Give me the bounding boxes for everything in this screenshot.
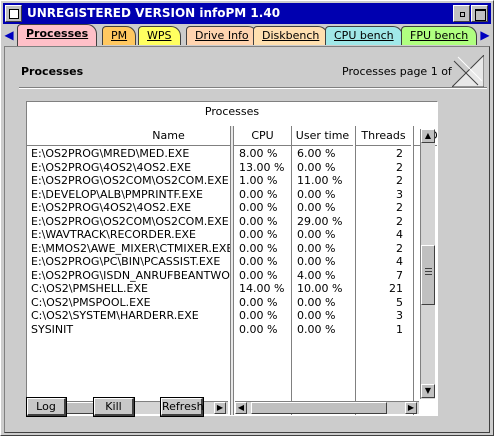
process-name-cell[interactable]: E:\OS2PROG\MRED\MED.EXE [27,147,230,161]
page-title: Processes [21,65,84,78]
process-name-cell[interactable]: E:\DEVELOP\ALB\PMPRINTF.EXE [27,188,230,202]
notebook-tabs: ◀ Processes PM WPS Drive Info Diskbench … [1,24,494,46]
window-title: UNREGISTERED VERSION infoPM 1.40 [27,6,281,20]
user-time-cell[interactable]: 10.00 % [292,282,353,296]
threads-cell[interactable]: 2 [356,215,411,229]
user-time-cell[interactable]: 4.00 % [292,269,353,283]
threads-cell[interactable]: 2 [356,201,411,215]
cpu-cell[interactable]: 0.00 % [234,201,291,215]
user-time-cell[interactable]: 0.00 % [292,201,353,215]
tab-wps[interactable]: WPS [138,26,181,45]
cpu-cell[interactable]: 0.00 % [234,269,291,283]
user-time-cell[interactable]: 0.00 % [292,309,353,323]
process-name-cell[interactable]: SYSINIT [27,323,230,337]
user-time-cell[interactable]: 0.00 % [292,161,353,175]
tab-diskbench[interactable]: Diskbench [253,26,329,45]
vertical-scrollbar[interactable]: ▲ ▼ [420,129,435,399]
cpu-cell[interactable]: 0.00 % [234,255,291,269]
cpu-cell[interactable]: 8.00 % [234,147,291,161]
process-name-cell[interactable]: E:\OS2PROG\OS2COM\OS2COM.EXE [27,174,230,188]
title-bar[interactable]: UNREGISTERED VERSION infoPM 1.40 [3,3,491,24]
process-name-cell[interactable]: C:\OS2\PMSHELL.EXE [27,282,230,296]
column-header-threads[interactable]: Threads [356,126,411,146]
user-time-column: User time 6.00 % 0.00 % 11.00 % 0.00 % 0.00 … [291,126,353,415]
refresh-button[interactable]: Refresh [160,397,204,417]
threads-cell[interactable]: 4 [356,255,411,269]
scroll-right-icon[interactable]: ▶ [405,402,417,414]
tab-cpu-bench[interactable]: CPU bench [325,26,403,45]
column-header-cpu[interactable]: CPU [234,126,291,146]
threads-cell[interactable]: 2 [356,174,411,188]
column-header-name[interactable]: Name [27,126,230,146]
minimize-button[interactable] [453,5,470,22]
threads-cell[interactable]: 2 [356,161,411,175]
cpu-cell[interactable]: 0.00 % [234,188,291,202]
list-caption: Processes [204,105,260,118]
threads-cell[interactable]: 2 [356,242,411,256]
threads-cell[interactable]: 7 [356,269,411,283]
scroll-up-icon[interactable]: ▲ [421,129,435,143]
scroll-right-icon[interactable]: ▶ [214,402,226,414]
user-time-cell[interactable]: 0.00 % [292,228,353,242]
user-time-cell[interactable]: 0.00 % [292,296,353,310]
user-time-cell[interactable]: 6.00 % [292,147,353,161]
threads-cell[interactable]: 5 [356,296,411,310]
process-name-cell[interactable]: C:\OS2\SYSTEM\HARDERR.EXE [27,309,230,323]
cpu-cell[interactable]: 0.00 % [234,309,291,323]
column-header-user-time[interactable]: User time [292,126,353,146]
vertical-scroll-thumb[interactable] [421,245,435,305]
tab-scroll-right-icon[interactable]: ▶ [479,27,491,43]
process-name-cell[interactable]: E:\OS2PROG\ISDN_ANRUFBEANTWORTER [27,269,230,283]
user-time-cell[interactable]: 0.00 % [292,242,353,256]
tab-drive-info[interactable]: Drive Info [186,26,258,45]
scroll-left-icon[interactable]: ◀ [235,402,247,414]
threads-cell[interactable]: 21 [356,282,411,296]
cpu-cell[interactable]: 0.00 % [234,296,291,310]
tab-processes[interactable]: Processes [17,24,98,46]
cpu-cell[interactable]: 14.00 % [234,282,291,296]
system-menu-icon[interactable] [5,5,22,22]
user-time-cell[interactable]: 0.00 % [292,188,353,202]
name-column: Name E:\OS2PROG\MRED\MED.EXE E:\OS2PROG\4… [27,126,230,415]
kill-button[interactable]: Kill [93,397,135,417]
threads-cell[interactable]: 3 [356,188,411,202]
maximize-button[interactable] [471,5,488,22]
user-time-cell[interactable]: 29.00 % [292,215,353,229]
user-time-cell[interactable]: 11.00 % [292,174,353,188]
divider [19,87,487,89]
process-name-cell[interactable]: E:\OS2PROG\4OS2\4OS2.EXE [27,201,230,215]
user-time-cell[interactable]: 0.00 % [292,255,353,269]
log-button[interactable]: Log [26,397,67,417]
process-name-cell[interactable]: E:\MMOS2\AWE_MIXER\CTMIXER.EXE [27,242,230,256]
cpu-cell[interactable]: 13.00 % [234,161,291,175]
data-horizontal-scrollbar[interactable]: ◀ ▶ [235,401,419,414]
process-name-cell[interactable]: C:\OS2\PMSPOOL.EXE [27,296,230,310]
tab-fpu-bench[interactable]: FPU bench [401,26,477,45]
cpu-column: CPU 8.00 % 13.00 % 1.00 % 0.00 % 0.00 % 0.00 … [234,126,291,415]
threads-cell[interactable]: 3 [356,309,411,323]
cpu-cell[interactable]: 0.00 % [234,323,291,337]
cpu-cell[interactable]: 1.00 % [234,174,291,188]
processes-page: Processes Processes page 1 of 2 Processe… [4,46,490,433]
process-list[interactable]: Processes Name E:\OS2PROG\MRED\MED.EXE E:… [26,101,438,416]
main-window: UNREGISTERED VERSION infoPM 1.40 ◀ Proce… [0,0,494,436]
threads-cell[interactable]: 1 [356,323,411,337]
process-name-cell[interactable]: E:\OS2PROG\4OS2\4OS2.EXE [27,161,230,175]
tab-pm[interactable]: PM [102,26,137,45]
tab-scroll-left-icon[interactable]: ◀ [3,27,15,43]
page-turn-icon[interactable] [452,55,484,87]
cpu-cell[interactable]: 0.00 % [234,242,291,256]
process-name-cell[interactable]: E:\OS2PROG\PC\BIN\PCASSIST.EXE [27,255,230,269]
data-scroll-thumb[interactable] [251,402,387,414]
cpu-cell[interactable]: 0.00 % [234,215,291,229]
process-name-cell[interactable]: E:\OS2PROG\OS2COM\OS2COM.EXE [27,215,230,229]
page-indicator: Processes page 1 of 2 [342,65,463,78]
process-name-cell[interactable]: E:\WAVTRACK\RECORDER.EXE [27,228,230,242]
user-time-cell[interactable]: 0.00 % [292,323,353,337]
threads-column: Threads 2 2 2 3 2 2 4 2 4 7 21 5 3 1 [355,126,411,415]
threads-cell[interactable]: 2 [356,147,411,161]
cpu-cell[interactable]: 0.00 % [234,228,291,242]
threads-cell[interactable]: 4 [356,228,411,242]
scroll-down-icon[interactable]: ▼ [421,384,435,398]
